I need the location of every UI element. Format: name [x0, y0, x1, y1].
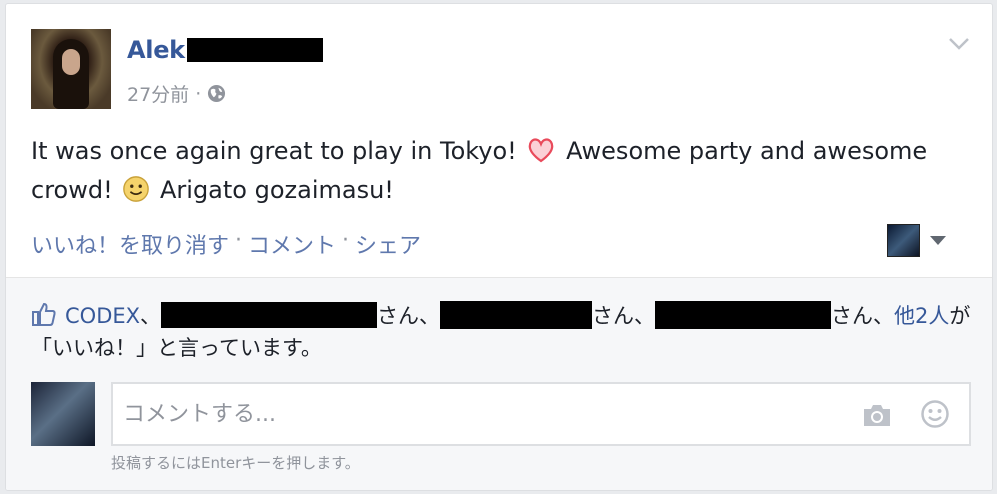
comment-box [111, 382, 971, 446]
share-link[interactable]: シェア [355, 228, 421, 260]
post-text-3: Arigato gozaimasu! [159, 176, 394, 204]
post-card: Alek 27分前 · It was once again great to p… [5, 3, 993, 491]
enter-hint: 投稿するにはEnterキーを押します。 [111, 454, 360, 472]
meta-dot: · [195, 82, 202, 105]
post-meta: 27分前 · [127, 80, 226, 107]
avatar-face [62, 49, 80, 75]
smile-emoji-icon [123, 176, 150, 202]
commenter-avatar[interactable] [31, 382, 95, 446]
unlike-link[interactable]: いいね！を取り消す [31, 228, 229, 260]
author-name[interactable]: Alek [127, 36, 185, 64]
globe-icon[interactable] [207, 84, 226, 103]
camera-icon[interactable] [862, 402, 892, 428]
comment-link[interactable]: コメント [248, 228, 336, 260]
redaction-bar [186, 38, 323, 62]
post-body: It was once again great to play in Tokyo… [31, 132, 971, 210]
redaction-bar [655, 301, 832, 329]
heart-emoji-icon [529, 138, 554, 163]
post-text-1: It was once again great to play in Tokyo… [31, 137, 517, 165]
caret-down-icon[interactable] [930, 236, 946, 245]
likes-summary: CODEX、 さん、 さん、 さん、他2人が「いいね！」と言っています。 [31, 300, 971, 364]
page-identity-avatar[interactable] [887, 224, 920, 257]
likes-others-link[interactable]: 他2人 [894, 304, 949, 328]
chevron-down-icon[interactable] [948, 37, 970, 51]
thumbs-up-icon [32, 302, 56, 326]
post-timestamp[interactable]: 27分前 [127, 80, 189, 107]
redaction-bar [440, 301, 593, 329]
liker-codex[interactable]: CODEX [65, 304, 140, 328]
action-separator: · [342, 228, 350, 253]
feedback-footer: CODEX、さん、さん、さん、他2人が「いいね！」と言っています。 投稿するには… [6, 277, 992, 490]
comment-input[interactable] [123, 397, 843, 431]
emoji-picker-icon[interactable] [920, 399, 950, 429]
likes-san: さん、 [831, 304, 895, 328]
post-actions: いいね！を取り消す · コメント · シェア [31, 228, 421, 260]
likes-san: さん、 [377, 304, 441, 328]
action-separator: · [235, 228, 243, 253]
likes-comma: 、 [140, 304, 162, 328]
author-avatar[interactable] [31, 29, 111, 109]
likes-san: さん、 [592, 304, 656, 328]
author-name-row: Alek [127, 35, 323, 65]
redaction-bar [161, 302, 378, 328]
